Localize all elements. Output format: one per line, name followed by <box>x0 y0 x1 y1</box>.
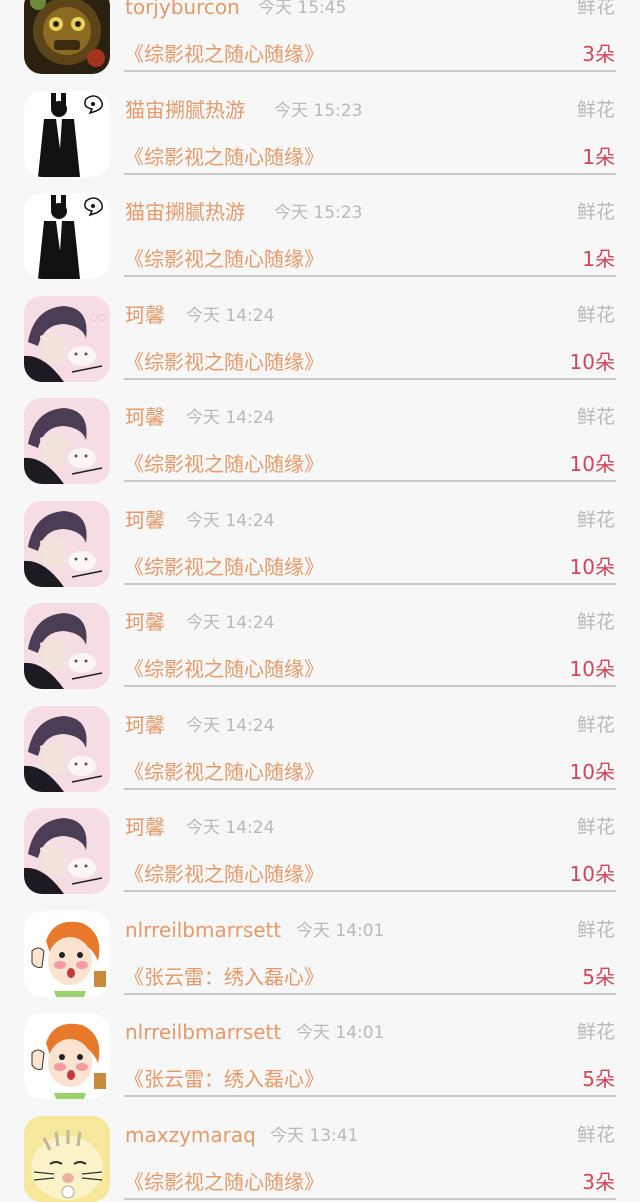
gift-count: 5朵 <box>582 1067 615 1091</box>
gift-type-label: 鲜花 <box>576 1021 615 1043</box>
list-item[interactable]: nlrreilbmarrsett 今天 14:01 鲜花 《张云雷：绣入磊心》 … <box>0 995 640 1099</box>
gift-time: 今天 14:24 <box>186 613 275 633</box>
username[interactable]: 猫宙搠腻热游 <box>125 200 245 224</box>
avatar[interactable] <box>24 603 110 689</box>
list-item[interactable]: 猫宙搠腻热游 今天 15:23 鲜花 《综影视之随心随缘》 1朵 <box>0 175 640 279</box>
gift-count: 3朵 <box>582 1169 615 1194</box>
svg-text:◌◌: ◌◌ <box>90 313 106 323</box>
gift-count: 10朵 <box>569 452 615 476</box>
username[interactable]: 珂馨 <box>125 303 165 327</box>
list-item[interactable]: nlrreilbmarrsett 今天 14:01 鲜花 《张云雷：绣入磊心》 … <box>0 893 640 997</box>
gift-time: 今天 15:23 <box>274 100 363 121</box>
gift-count: 3朵 <box>582 42 615 66</box>
book-title-link[interactable]: 《综影视之随心随缘》 <box>124 246 324 272</box>
gift-type-label: 鲜花 <box>576 0 615 18</box>
avatar[interactable] <box>24 705 110 792</box>
avatar[interactable] <box>24 90 110 177</box>
suit-man-avatar-icon <box>24 90 110 177</box>
gift-count: 10朵 <box>569 349 615 374</box>
anime-boy-avatar-icon: ◌◌ <box>24 295 110 382</box>
gift-type-label: 鲜花 <box>576 508 615 531</box>
cartoon-girl-avatar-icon <box>24 1013 110 1099</box>
book-title-link[interactable]: 《综影视之随心随缘》 <box>124 656 324 682</box>
gift-time: 今天 14:24 <box>186 408 275 428</box>
gift-time: 今天 13:41 <box>270 1125 359 1146</box>
gift-type-label: 鲜花 <box>576 98 615 121</box>
gift-count: 1朵 <box>582 247 615 271</box>
list-item[interactable]: ◌◌ 珂馨 今天 14:24 鲜花 《综影视之随心随缘》 10朵 <box>0 278 640 382</box>
username[interactable]: 珂馨 <box>125 508 165 532</box>
list-item[interactable]: 珂馨 今天 14:24 鲜花 《综影视之随心随缘》 10朵 <box>0 483 640 587</box>
username[interactable]: 珂馨 <box>125 815 165 839</box>
anime-boy-avatar-icon <box>24 398 110 484</box>
username[interactable]: nlrreilbmarrsett <box>125 1020 281 1044</box>
list-item[interactable]: torjyburcon 今天 15:45 鲜花 《综影视之随心随缘》 3朵 <box>0 0 640 74</box>
book-title-link[interactable]: 《综影视之随心随缘》 <box>124 349 324 375</box>
list-item[interactable]: 猫宙搠腻热游 今天 15:23 鲜花 《综影视之随心随缘》 1朵 <box>0 73 640 177</box>
gift-type-label: 鲜花 <box>576 201 615 223</box>
gift-type-label: 鲜花 <box>576 611 615 633</box>
gift-time: 今天 15:23 <box>274 203 363 223</box>
username[interactable]: 珂馨 <box>125 713 165 737</box>
list-item[interactable]: maxzymaraq 今天 13:41 鲜花 《综影视之随心随缘》 3朵 <box>0 1098 640 1202</box>
gift-time: 今天 14:24 <box>186 305 275 326</box>
book-title-link[interactable]: 《综影视之随心随缘》 <box>124 759 324 785</box>
anime-boy-avatar-icon <box>24 705 110 792</box>
gift-type-label: 鲜花 <box>576 406 615 428</box>
suit-man-avatar-icon <box>24 193 110 279</box>
book-title-link[interactable]: 《综影视之随心随缘》 <box>124 554 324 580</box>
gift-count: 10朵 <box>569 862 615 886</box>
book-title-link[interactable]: 《综影视之随心随缘》 <box>124 1169 324 1195</box>
username[interactable]: 猫宙搠腻热游 <box>125 98 245 122</box>
gift-time: 今天 14:24 <box>186 818 275 838</box>
avatar[interactable]: ◌◌ <box>24 295 110 382</box>
gift-count: 10朵 <box>569 657 615 681</box>
gift-count: 1朵 <box>582 144 615 169</box>
steampunk-avatar-icon <box>24 0 110 74</box>
gift-type-label: 鲜花 <box>576 816 615 838</box>
gift-count: 10朵 <box>569 759 615 784</box>
book-title-link[interactable]: 《综影视之随心随缘》 <box>124 451 324 477</box>
avatar[interactable] <box>24 0 110 74</box>
book-title-link[interactable]: 《综影视之随心随缘》 <box>124 861 324 887</box>
gift-type-label: 鲜花 <box>576 303 615 326</box>
gift-type-label: 鲜花 <box>576 918 615 941</box>
book-title-link[interactable]: 《张云雷：绣入磊心》 <box>124 964 324 990</box>
gift-time: 今天 14:01 <box>296 920 385 941</box>
gift-time: 今天 14:24 <box>186 510 275 531</box>
gift-count: 5朵 <box>582 964 615 989</box>
gift-time: 今天 14:24 <box>186 715 275 736</box>
book-title-link[interactable]: 《综影视之随心随缘》 <box>124 41 324 67</box>
gift-record-list: torjyburcon 今天 15:45 鲜花 《综影视之随心随缘》 3朵 猫宙… <box>0 0 640 1202</box>
username[interactable]: 珂馨 <box>125 610 165 634</box>
avatar[interactable] <box>24 398 110 484</box>
avatar[interactable] <box>24 910 110 997</box>
username[interactable]: 珂馨 <box>125 405 165 429</box>
list-item[interactable]: 珂馨 今天 14:24 鲜花 《综影视之随心随缘》 10朵 <box>0 585 640 689</box>
anime-boy-avatar-icon <box>24 808 110 894</box>
gift-time: 今天 14:01 <box>296 1023 385 1043</box>
list-item[interactable]: 珂馨 今天 14:24 鲜花 《综影视之随心随缘》 10朵 <box>0 688 640 792</box>
username[interactable]: torjyburcon <box>125 0 240 19</box>
anime-boy-avatar-icon <box>24 500 110 587</box>
avatar[interactable] <box>24 1013 110 1099</box>
gift-time: 今天 15:45 <box>258 0 347 18</box>
cat-avatar-icon <box>24 1115 110 1202</box>
avatar[interactable] <box>24 1115 110 1202</box>
book-title-link[interactable]: 《综影视之随心随缘》 <box>124 144 324 170</box>
list-item[interactable]: 珂馨 今天 14:24 鲜花 《综影视之随心随缘》 10朵 <box>0 380 640 484</box>
gift-type-label: 鲜花 <box>576 1123 615 1146</box>
avatar[interactable] <box>24 193 110 279</box>
cartoon-girl-avatar-icon <box>24 910 110 997</box>
book-title-link[interactable]: 《张云雷：绣入磊心》 <box>124 1066 324 1092</box>
anime-boy-avatar-icon <box>24 603 110 689</box>
list-item[interactable]: 珂馨 今天 14:24 鲜花 《综影视之随心随缘》 10朵 <box>0 790 640 894</box>
avatar[interactable] <box>24 808 110 894</box>
gift-type-label: 鲜花 <box>576 713 615 736</box>
username[interactable]: nlrreilbmarrsett <box>125 918 281 942</box>
gift-count: 10朵 <box>569 554 615 579</box>
username[interactable]: maxzymaraq <box>125 1123 256 1147</box>
avatar[interactable] <box>24 500 110 587</box>
